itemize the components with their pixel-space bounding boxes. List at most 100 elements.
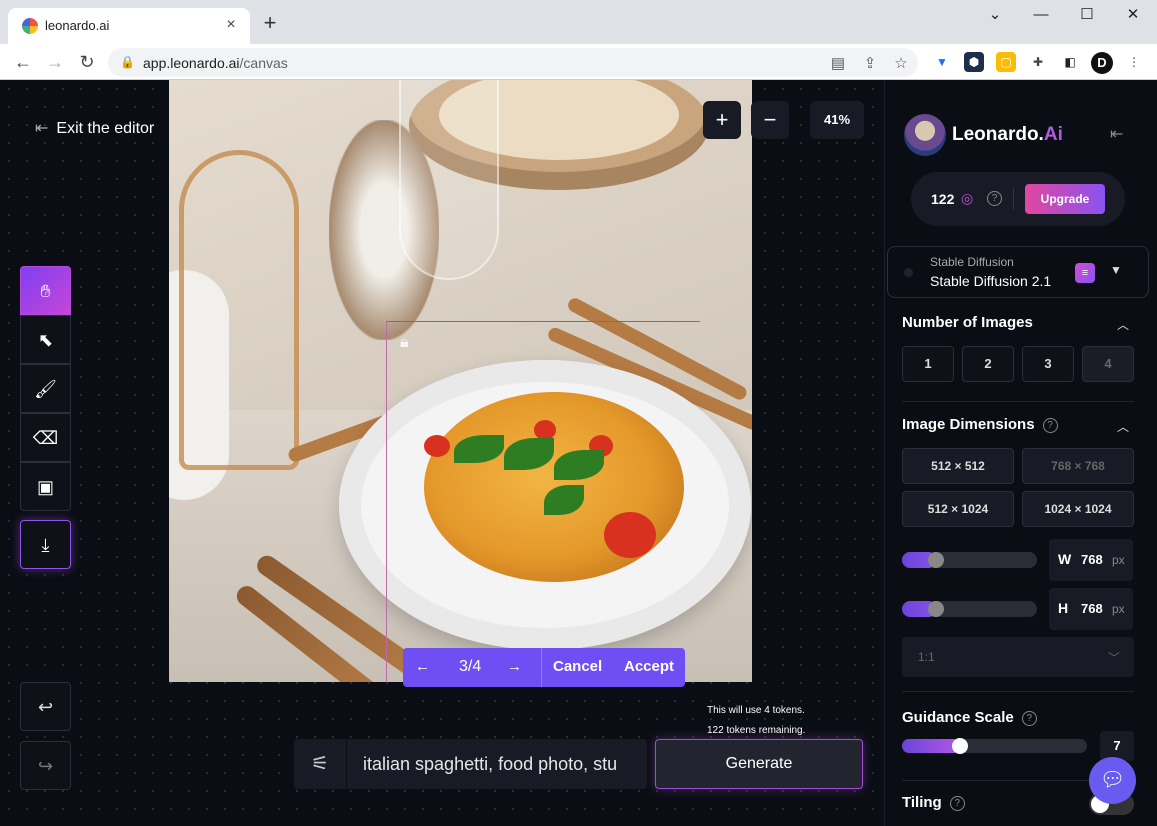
previous-arrow-icon[interactable]: ←	[415, 658, 430, 675]
guidance-scale-heading: Guidance Scale?	[902, 709, 1037, 726]
zoom-level[interactable]: 41%	[810, 101, 864, 139]
close-tab-icon[interactable]: ×	[220, 14, 242, 36]
image-count-2-button[interactable]: 2	[962, 346, 1014, 382]
exit-arrow-icon: ⇤	[35, 120, 49, 137]
settings-sliders-icon[interactable]: ⚟	[294, 739, 347, 789]
help-icon[interactable]: ?	[1042, 417, 1058, 433]
prompt-input[interactable]: italian spaghetti, food photo, stu	[363, 754, 633, 775]
width-input[interactable]: W 768 px	[1049, 539, 1133, 581]
side-panel-icon[interactable]: ◧	[1060, 52, 1080, 72]
model-badge-icon: ≡	[1075, 263, 1095, 283]
variation-counter: 3/4	[459, 658, 482, 675]
chat-support-icon[interactable]: 💬︎	[1089, 757, 1136, 804]
collapse-panel-icon[interactable]: ⇤	[1110, 124, 1123, 144]
help-icon[interactable]: ?	[987, 191, 1002, 206]
browser-toolbar: ← → ↻ 🔒 app.leonardo.ai/canvas ▤ ⇪ ☆ ▼ ⬢…	[0, 44, 1157, 80]
width-slider-knob[interactable]	[928, 552, 944, 568]
browser-tab-bar: leonardo.ai × + ⌄ — ☐ ✕	[0, 0, 1157, 44]
menu-kebab-icon[interactable]: ⋮	[1124, 52, 1144, 72]
height-input[interactable]: H 768 px	[1049, 588, 1133, 630]
guidance-slider[interactable]	[902, 738, 1087, 754]
selection-frame[interactable]	[386, 321, 700, 682]
zoom-in-button[interactable]: +	[703, 101, 741, 139]
extension-2-icon[interactable]: ⬢	[964, 52, 984, 72]
help-icon[interactable]: ?	[949, 795, 965, 811]
image-count-4-button[interactable]: 4	[1082, 346, 1134, 382]
chevron-up-icon[interactable]: ︿	[1117, 316, 1129, 333]
help-icon[interactable]: ?	[1021, 710, 1037, 726]
height-label: H	[1058, 600, 1069, 616]
accept-button[interactable]: Accept	[624, 658, 674, 675]
cancel-button[interactable]: Cancel	[553, 658, 602, 675]
leonardo-logo-icon	[904, 114, 946, 156]
brush-icon: 🖌︎	[34, 379, 57, 399]
preset-1024x1024-button[interactable]: 1024 × 1024	[1022, 491, 1134, 527]
redo-button[interactable]: ↪	[20, 741, 71, 790]
extension-3-icon[interactable]: ▢	[996, 52, 1016, 72]
guidance-slider-knob[interactable]	[952, 738, 968, 754]
hand-tool-button[interactable]: ✋︎	[20, 266, 71, 315]
height-value[interactable]: 768	[1081, 601, 1103, 616]
lock-icon: 🔒	[120, 55, 135, 69]
eraser-tool-button[interactable]: ⌫	[20, 413, 71, 462]
coins-icon: ◎	[961, 190, 974, 206]
brand-name: Leonardo.Ai	[952, 124, 1063, 145]
wine-glass-shape	[399, 80, 499, 280]
width-unit: px	[1112, 553, 1125, 567]
reload-icon[interactable]: ↻	[74, 50, 100, 74]
select-tool-button[interactable]: ⬉	[20, 315, 71, 364]
width-slider[interactable]	[902, 552, 1037, 568]
upgrade-button[interactable]: Upgrade	[1025, 184, 1105, 214]
image-count-3-button[interactable]: 3	[1022, 346, 1074, 382]
generate-button[interactable]: Generate	[655, 739, 863, 789]
image-tool-button[interactable]: ▣	[20, 462, 71, 511]
aspect-ratio-value: 1:1	[918, 650, 935, 664]
tab-search-icon[interactable]: ⌄	[972, 0, 1018, 32]
back-icon[interactable]: ←	[10, 50, 36, 74]
prompt-bar: ⚟ italian spaghetti, food photo, stu	[294, 739, 647, 789]
close-window-icon[interactable]: ✕	[1110, 0, 1156, 32]
model-selector[interactable]: Stable Diffusion Stable Diffusion 2.1 ≡ …	[887, 246, 1149, 298]
credit-count: 122	[931, 191, 955, 207]
width-value[interactable]: 768	[1081, 552, 1103, 567]
lock-icon[interactable]: 🔒︎	[400, 334, 409, 352]
preset-768x768-button[interactable]: 768 × 768	[1022, 448, 1134, 484]
preset-512x1024-button[interactable]: 512 × 1024	[902, 491, 1014, 527]
chevron-up-icon[interactable]: ︿	[1117, 418, 1129, 435]
undo-button[interactable]: ↩	[20, 682, 71, 731]
chevron-down-icon[interactable]: ▼	[1110, 263, 1122, 277]
address-bar[interactable]: 🔒 app.leonardo.ai/canvas ▤ ⇪ ☆	[108, 48, 918, 77]
height-unit: px	[1112, 602, 1125, 616]
extensions-puzzle-icon[interactable]: ✚	[1028, 52, 1048, 72]
tab-title: leonardo.ai	[45, 18, 110, 33]
preset-512x512-button[interactable]: 512 × 512	[902, 448, 1014, 484]
chevron-down-icon: ﹀	[1107, 651, 1120, 665]
forward-icon[interactable]: →	[42, 50, 68, 74]
share-icon[interactable]: ⇪	[860, 54, 880, 72]
height-slider-knob[interactable]	[928, 601, 944, 617]
app-window: leonardo.ai × + ⌄ — ☐ ✕ ← → ↻ 🔒 app.leon…	[0, 0, 1157, 826]
zoom-out-button[interactable]: −	[751, 101, 789, 139]
exit-editor-button[interactable]: ⇤ Exit the editor	[35, 118, 154, 138]
eraser-icon: ⌫	[32, 428, 59, 448]
download-button[interactable]: ⤓	[20, 520, 71, 569]
image-count-1-button[interactable]: 1	[902, 346, 954, 382]
tiling-heading: Tiling?	[902, 794, 965, 811]
clipboard-icon[interactable]: ▤	[828, 54, 848, 72]
variation-navigator: ← 3/4 → Cancel Accept	[403, 648, 685, 687]
next-arrow-icon[interactable]: →	[507, 658, 522, 675]
profile-avatar[interactable]: D	[1091, 52, 1113, 74]
new-tab-icon[interactable]: +	[258, 12, 282, 34]
brush-tool-button[interactable]: 🖌︎	[20, 364, 71, 413]
browser-tab[interactable]: leonardo.ai ×	[8, 8, 250, 44]
aspect-ratio-select[interactable]: 1:1 ﹀	[902, 637, 1134, 677]
minimize-icon[interactable]: —	[1018, 0, 1064, 32]
model-name: Stable Diffusion 2.1	[930, 273, 1052, 289]
bookmark-star-icon[interactable]: ☆	[891, 54, 911, 72]
model-status-dot	[904, 268, 913, 277]
number-of-images-heading: Number of Images	[902, 314, 1033, 331]
height-slider[interactable]	[902, 601, 1037, 617]
maximize-icon[interactable]: ☐	[1064, 0, 1110, 32]
extension-1-icon[interactable]: ▼	[932, 52, 952, 72]
select-icon: ⬉	[37, 330, 54, 350]
